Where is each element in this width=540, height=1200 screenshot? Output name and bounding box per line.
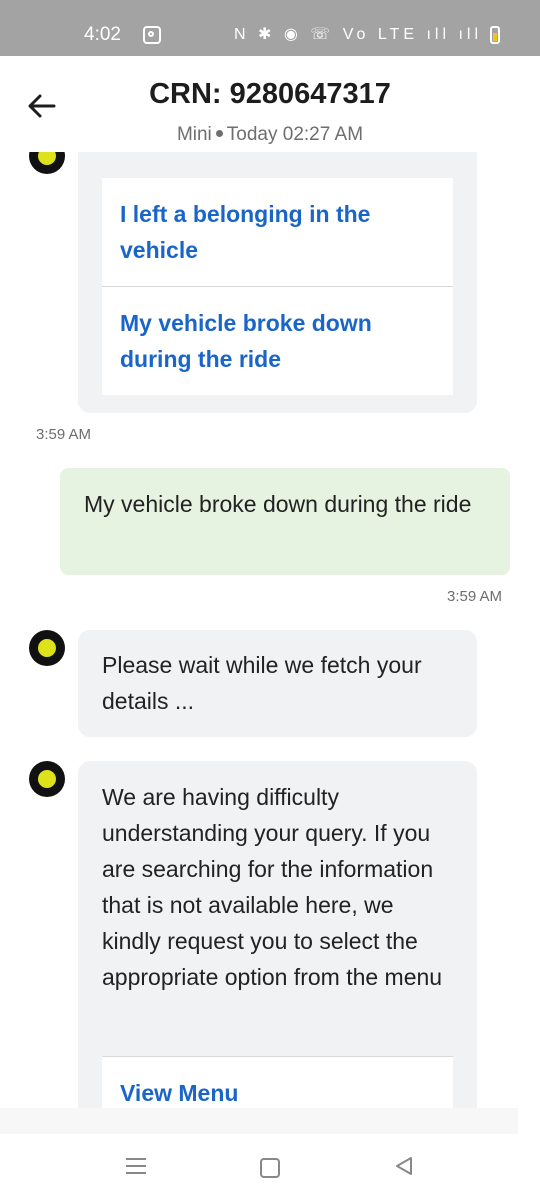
option-vehicle-broke-down[interactable]: My vehicle broke down during the ride	[102, 286, 453, 395]
ride-subtitle: Mini Today 02:27 AM	[0, 124, 540, 146]
status-icons: N ✱ ◉ ☏ Vo LTE ıll ıll	[234, 26, 482, 43]
status-bar: 4:02 N ✱ ◉ ☏ Vo LTE ıll ıll	[0, 0, 540, 56]
bot-avatar	[29, 761, 65, 797]
bot-avatar	[29, 630, 65, 666]
status-time: 4:02	[84, 24, 121, 45]
bot-message-bubble: We are having difficulty understanding y…	[78, 761, 477, 1108]
bottom-divider	[0, 1108, 518, 1134]
bot-avatar	[29, 152, 65, 174]
bot-message-bubble: Please wait while we fetch your details …	[78, 630, 477, 737]
chat-header: CRN: 9280647317 Mini Today 02:27 AM	[0, 56, 540, 152]
options-list: I left a belonging in the vehicle My veh…	[102, 178, 453, 395]
user-message-bubble: My vehicle broke down during the ride	[60, 468, 510, 575]
chat-area[interactable]: I left a belonging in the vehicle My veh…	[0, 152, 540, 1108]
message-timestamp: 3:59 AM	[36, 426, 92, 443]
separator-dot	[215, 129, 223, 137]
options-list: View Menu	[102, 1056, 453, 1108]
recents-icon[interactable]	[126, 1158, 146, 1174]
system-nav-bar	[0, 1134, 540, 1200]
home-icon[interactable]	[260, 1158, 280, 1178]
vehicle-type: Mini	[176, 124, 212, 145]
message-timestamp: 3:59 AM	[447, 588, 503, 605]
option-left-belonging[interactable]: I left a belonging in the vehicle	[102, 178, 453, 286]
bot-options-bubble: I left a belonging in the vehicle My veh…	[78, 152, 477, 413]
instagram-icon	[143, 26, 161, 44]
view-menu-button[interactable]: View Menu	[102, 1057, 453, 1108]
nav-back-icon[interactable]	[394, 1156, 414, 1176]
bot-message-text: We are having difficulty understanding y…	[102, 784, 443, 990]
bot-message-text: Please wait while we fetch your details …	[102, 652, 422, 714]
page-title: CRN: 9280647317	[149, 78, 391, 110]
ride-datetime: Today 02:27 AM	[226, 124, 364, 145]
battery-icon	[490, 26, 500, 44]
